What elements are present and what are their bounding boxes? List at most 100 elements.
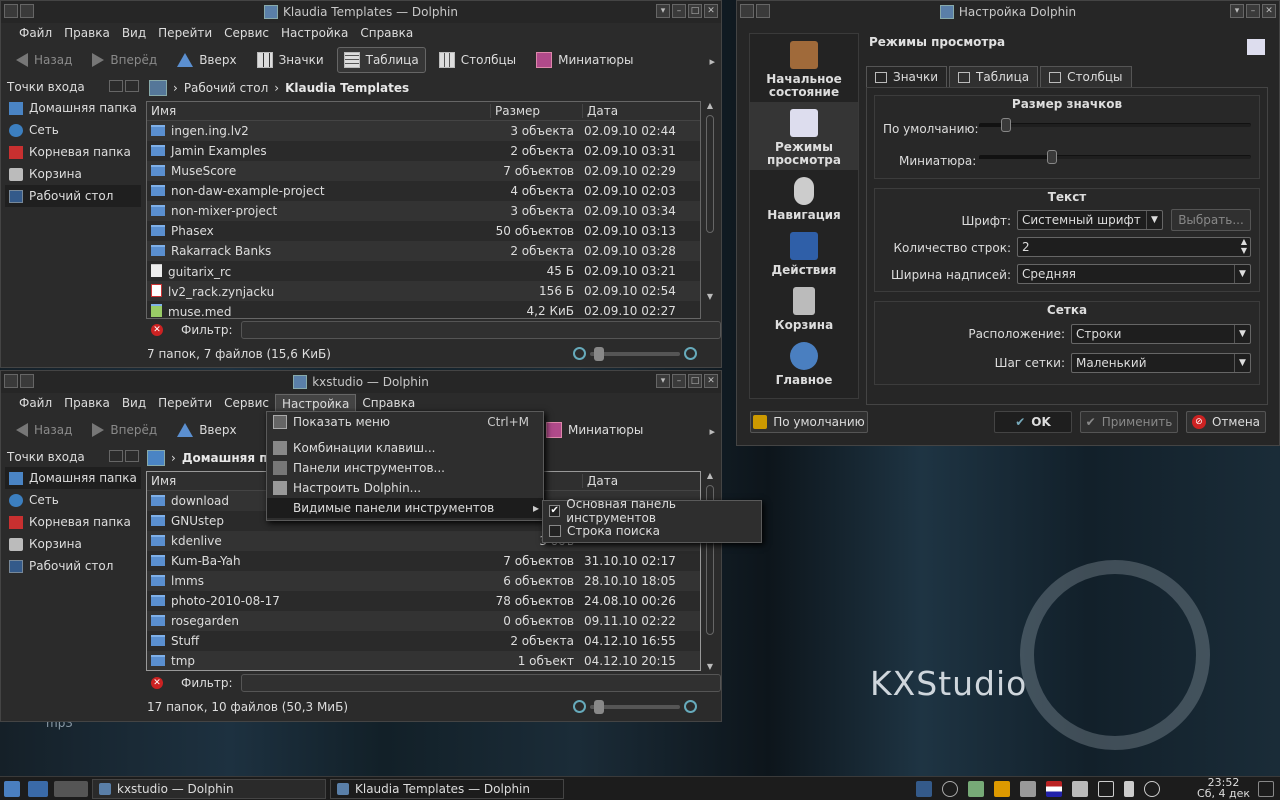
menu-help[interactable]: Справка (356, 394, 421, 412)
menu-settings[interactable]: Настройка (275, 24, 354, 42)
task-kxstudio[interactable]: kxstudio — Dolphin (92, 778, 326, 799)
menu-settings[interactable]: Настройка (275, 393, 357, 413)
maximize-icon[interactable]: □ (688, 374, 702, 388)
menu-go[interactable]: Перейти (152, 24, 218, 42)
minimize-icon[interactable]: – (1246, 4, 1260, 18)
sidebar-item-view-modes[interactable]: Режимы просмотра (750, 102, 858, 170)
file-row[interactable]: Rakarrack Banks 2 объекта 02.09.10 03:28 (147, 241, 700, 261)
pin-icon[interactable] (756, 4, 770, 18)
place-root[interactable]: Корневая папка (5, 511, 141, 533)
file-row[interactable]: muse.med 4,2 КиБ 02.09.10 02:27 (147, 301, 700, 318)
tab-columns[interactable]: Столбцы (1040, 66, 1132, 87)
scroll-down-icon[interactable]: ▼ (704, 662, 716, 671)
slider-knob[interactable] (1001, 118, 1012, 132)
menu-go[interactable]: Перейти (152, 394, 218, 412)
column-size-header[interactable]: Размер (490, 104, 582, 118)
dialog-titlebar[interactable]: Настройка Dolphin ▾ – ✕ (737, 1, 1279, 23)
ok-button[interactable]: ✔ OK (994, 411, 1072, 433)
maximize-icon[interactable]: □ (688, 4, 702, 18)
scroll-down-icon[interactable]: ▼ (704, 292, 716, 301)
file-row[interactable]: photo-2010-08-17 78 объектов 24.08.10 00:2… (147, 591, 700, 611)
defaults-button[interactable]: По умолчанию (750, 411, 868, 433)
default-size-slider[interactable] (979, 118, 1251, 132)
menu-icon[interactable] (4, 374, 18, 388)
undock-icon[interactable] (109, 79, 123, 92)
home-crumb-icon[interactable] (147, 450, 165, 466)
back-button[interactable]: Назад (9, 48, 79, 72)
menu-icon[interactable] (4, 4, 18, 18)
lines-spinbox[interactable]: 2 ▲ ▼ (1017, 237, 1251, 257)
tab-details[interactable]: Таблица (949, 66, 1039, 87)
menu-item-main-toolbar[interactable]: ✔ Основная панель инструментов (543, 497, 761, 525)
battery-icon[interactable] (1124, 781, 1134, 797)
place-desktop[interactable]: Рабочий стол (5, 555, 141, 577)
choose-font-button[interactable]: Выбрать... (1171, 209, 1251, 231)
checked-checkbox[interactable]: ✔ (549, 505, 561, 517)
column-date-header[interactable]: Дата (582, 474, 700, 488)
menu-item-shortcuts[interactable]: Комбинации клавиш... (267, 438, 543, 458)
pager-icon[interactable] (54, 780, 88, 797)
sidebar-item-navigation[interactable]: Навигация (750, 170, 858, 225)
sidebar-item-startup[interactable]: Начальное состояние (750, 34, 858, 102)
undock-icon[interactable] (109, 449, 123, 462)
tab-icons[interactable]: Значки (866, 66, 948, 87)
file-row[interactable]: ingen.ing.lv2 3 объекта 02.09.10 02:44 (147, 121, 700, 141)
notes-icon[interactable] (994, 781, 1010, 797)
monitor-icon[interactable] (1098, 781, 1114, 797)
label-width-combo[interactable]: Средняя ▼ (1017, 264, 1251, 284)
menu-item-show-menubar[interactable]: Показать меню Ctrl+M (267, 412, 543, 432)
minimize-icon[interactable]: – (672, 374, 686, 388)
display-icon[interactable] (916, 781, 932, 797)
file-row[interactable]: guitarix_rc 45 Б 02.09.10 03:21 (147, 261, 700, 281)
window-titlebar[interactable]: kxstudio — Dolphin ▾ – □ ✕ (1, 371, 721, 393)
menu-item-configure[interactable]: Настроить Dolphin... (267, 478, 543, 498)
menu-edit[interactable]: Правка (58, 394, 116, 412)
menu-item-search-bar[interactable]: Строка поиска (543, 521, 761, 541)
filter-input[interactable] (240, 674, 721, 692)
kickoff-launcher-icon[interactable] (4, 780, 20, 797)
menu-help[interactable]: Справка (354, 24, 419, 42)
zoom-out-icon[interactable] (573, 700, 586, 713)
zoom-knob[interactable] (594, 346, 604, 361)
close-icon[interactable]: ✕ (704, 4, 718, 18)
column-name-header[interactable]: Имя (147, 104, 490, 118)
scroll-up-icon[interactable]: ▲ (704, 471, 716, 480)
sidebar-item-general[interactable]: Главное (750, 335, 858, 390)
spin-arrows-icon[interactable]: ▲ ▼ (1241, 237, 1247, 255)
menu-file[interactable]: Файл (13, 394, 58, 412)
grid-step-combo[interactable]: Маленький ▼ (1071, 353, 1251, 373)
file-row[interactable]: non-daw-example-project 4 объекта 02.09.10… (147, 181, 700, 201)
volume-icon[interactable] (1072, 781, 1088, 797)
place-home[interactable]: Домашняя папка (5, 97, 141, 119)
toolbar-overflow-icon[interactable]: ▸ (709, 425, 715, 438)
place-trash[interactable]: Корзина (5, 533, 141, 555)
place-root[interactable]: Корневая папка (5, 141, 141, 163)
menu-view[interactable]: Вид (116, 394, 152, 412)
sidebar-item-services[interactable]: Действия (750, 225, 858, 280)
folder-star-icon[interactable] (28, 780, 48, 797)
apply-button[interactable]: ✔ Применить (1080, 411, 1178, 433)
scrollbar-thumb[interactable] (706, 115, 714, 233)
forward-button[interactable]: Вперёд (85, 418, 164, 442)
thumbnails-button[interactable]: Миниатюры (529, 47, 640, 73)
file-row[interactable]: rosegarden 0 объектов 09.11.10 02:22 (147, 611, 700, 631)
arrangement-combo[interactable]: Строки ▼ (1071, 324, 1251, 344)
file-row[interactable]: lmms 6 объектов 28.10.10 18:05 (147, 571, 700, 591)
details-view-button[interactable]: Таблица (336, 47, 426, 73)
vertical-scrollbar[interactable]: ▲ ▼ (704, 101, 716, 319)
window-titlebar[interactable]: Klaudia Templates — Dolphin ▾ – □ ✕ (1, 1, 721, 23)
zoom-knob[interactable] (594, 699, 604, 714)
menu-tools[interactable]: Сервис (218, 394, 275, 412)
columns-view-button[interactable]: Столбцы (432, 47, 523, 73)
slider-knob[interactable] (1047, 150, 1058, 164)
chevron-up-icon[interactable] (1144, 781, 1160, 797)
close-filter-icon[interactable]: ✕ (151, 677, 163, 689)
file-row[interactable]: MuseScore 7 объектов 02.09.10 02:29 (147, 161, 700, 181)
file-row[interactable]: Kum-Ba-Yah 7 объектов 31.10.10 02:17 (147, 551, 700, 571)
cancel-button[interactable]: ⊘ Отмена (1186, 411, 1266, 433)
menu-icon[interactable] (740, 4, 754, 18)
file-row[interactable]: tmp 1 объект 04.12.10 20:15 (147, 651, 700, 670)
place-home[interactable]: Домашняя папка (5, 467, 141, 489)
thumbnails-button[interactable]: Миниатюры (539, 417, 650, 443)
zoom-track[interactable] (590, 699, 680, 714)
